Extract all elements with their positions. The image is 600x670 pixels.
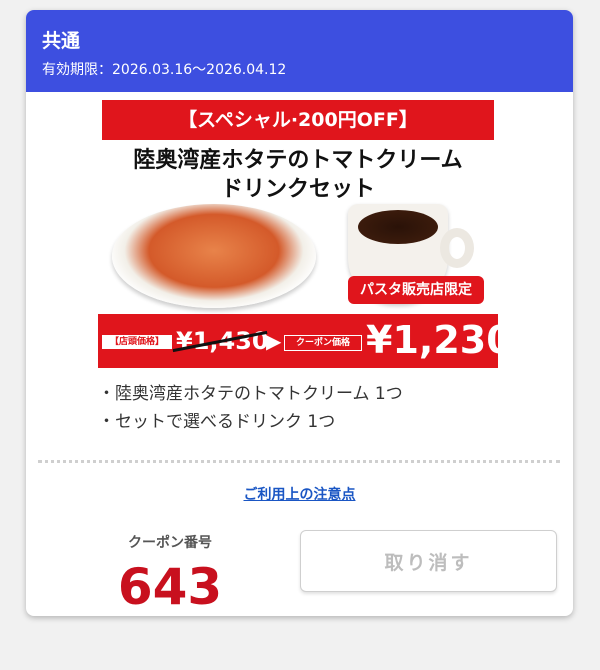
promo-label: 【スペシャル·200円OFF】 [102,100,494,140]
cup-handle [440,228,474,268]
arrow-right-icon: ▶ [266,329,282,353]
coupon-header: 共通 有効期限：2026.03.16〜2026.04.12 [26,10,573,92]
included-items-list: 陸奥湾産ホタテのトマトクリーム 1つ セットで選べるドリンク 1つ [98,380,403,436]
coupon-category-title: 共通 [42,30,81,52]
coupon-banner-image: 【スペシャル·200円OFF】 陸奥湾産ホタテのトマトクリーム ドリンクセット … [98,100,513,368]
product-name-line2: ドリンクセット [220,177,375,202]
limited-store-badge: パスタ販売店限定 [348,276,484,304]
pasta-image [112,204,316,308]
coupon-number-label: クーポン番号 [128,535,212,551]
validity-period: 有効期限：2026.03.16〜2026.04.12 [42,62,287,78]
store-price-label: 【店頭価格】 [102,335,172,349]
cancel-button[interactable]: 取り消す [300,530,557,592]
list-item: 陸奥湾産ホタテのトマトクリーム 1つ [98,380,403,408]
coupon-price: ¥1,230 [366,318,513,362]
product-name-line1: 陸奥湾産ホタテのトマトクリーム [133,148,463,173]
product-name: 陸奥湾産ホタテのトマトクリーム ドリンクセット [118,146,478,204]
coffee-surface [358,210,438,244]
dotted-divider [38,460,560,463]
usage-notes-link[interactable]: ご利用上の注意点 [26,484,573,504]
coupon-price-label: クーポン価格 [284,335,362,351]
coupon-card: 共通 有効期限：2026.03.16〜2026.04.12 【スペシャル·200… [26,10,573,616]
list-item: セットで選べるドリンク 1つ [98,408,403,436]
price-bar: 【店頭価格】 ¥1,430 ▶ クーポン価格 ¥1,230 [98,314,513,368]
coupon-number: 643 [117,558,223,616]
